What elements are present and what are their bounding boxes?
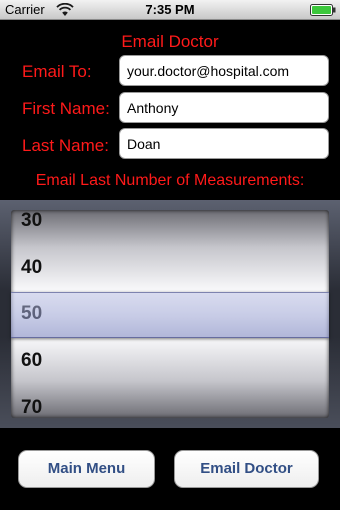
screen: Carrier 7:35 PM Email Doctor Email To: F… — [0, 0, 340, 510]
first-name-field[interactable] — [119, 92, 329, 123]
picker-option[interactable]: 60 — [21, 350, 42, 372]
status-time: 7:35 PM — [145, 2, 195, 17]
email-to-field[interactable] — [119, 55, 329, 86]
last-name-label: Last Name: — [22, 136, 109, 155]
status-bar: Carrier 7:35 PM — [0, 0, 340, 20]
email-doctor-button[interactable]: Email Doctor — [174, 450, 319, 488]
form-title: Email Doctor — [121, 32, 219, 51]
first-name-label: First Name: — [22, 99, 110, 118]
battery-icon — [310, 4, 336, 16]
picker-option[interactable]: 30 — [21, 210, 42, 232]
email-to-label: Email To: — [22, 62, 92, 81]
picker-selection-bar — [11, 292, 329, 338]
picker-option[interactable]: 70 — [21, 397, 42, 418]
last-name-field[interactable] — [119, 128, 329, 159]
main-menu-button[interactable]: Main Menu — [18, 450, 155, 488]
measurements-label: Email Last Number of Measurements: — [35, 172, 305, 189]
picker-option[interactable]: 40 — [21, 257, 42, 279]
